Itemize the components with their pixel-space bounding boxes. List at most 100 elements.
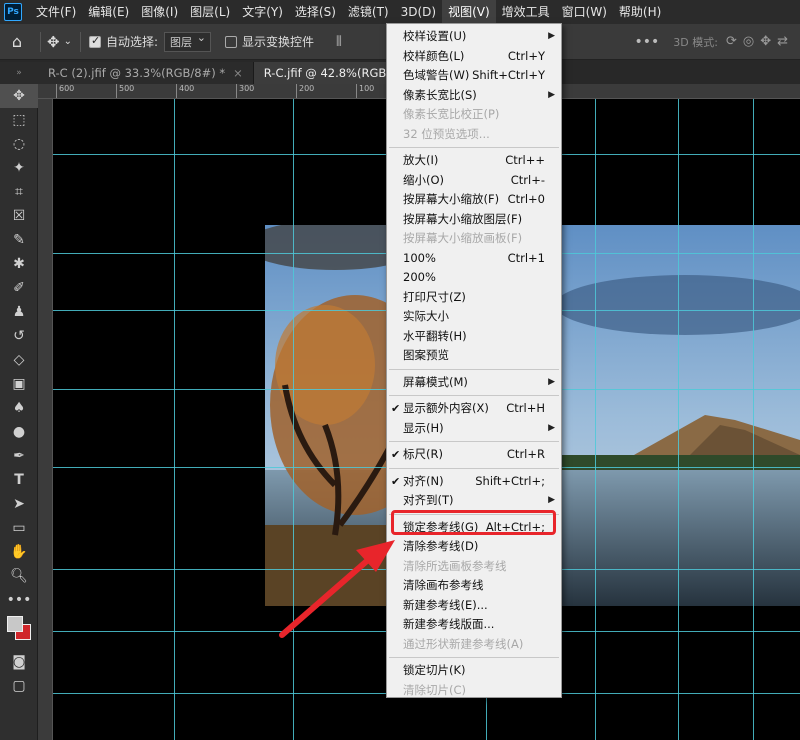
brush-tool-icon[interactable]: ✐ bbox=[0, 276, 38, 300]
view-menu-item[interactable]: 屏幕模式(M) ▶ bbox=[387, 373, 561, 393]
document-tab[interactable]: R-C (2).jfif @ 33.3%(RGB/8#) * × bbox=[38, 62, 254, 84]
guide-line[interactable] bbox=[678, 99, 679, 740]
menu-item[interactable]: 滤镜(T) bbox=[342, 0, 395, 24]
view-menu-item[interactable]: 实际大小 bbox=[387, 307, 561, 327]
view-menu-item[interactable]: 显示(H) ▶ bbox=[387, 419, 561, 439]
view-menu-item[interactable]: 清除参考线(D) bbox=[387, 537, 561, 557]
menu-item[interactable]: 文字(Y) bbox=[236, 0, 289, 24]
menu-item-shortcut: Ctrl+Y bbox=[507, 48, 545, 63]
magic-wand-icon[interactable]: ✦ bbox=[0, 156, 38, 180]
auto-select-checkbox[interactable]: 自动选择: bbox=[88, 33, 158, 50]
menu-item-shortcut: Ctrl+R bbox=[506, 447, 545, 461]
menu-item-label: 锁定切片(K) bbox=[403, 663, 466, 677]
view-menu-item[interactable]: ✔ 显示额外内容(X) Ctrl+H bbox=[387, 399, 561, 419]
chevron-down-icon[interactable]: ⌄ bbox=[64, 36, 72, 47]
ruler-tick-label: 100 bbox=[356, 84, 374, 98]
foreground-color-swatch[interactable] bbox=[7, 616, 23, 632]
menu-item[interactable]: 文件(F) bbox=[30, 0, 82, 24]
path-select-icon[interactable]: ➤ bbox=[0, 492, 38, 516]
color-swatches[interactable] bbox=[0, 612, 38, 650]
menu-separator bbox=[389, 395, 559, 396]
zoom-tool-icon[interactable]: 🔍︎ bbox=[0, 564, 38, 588]
menu-separator bbox=[389, 657, 559, 658]
menu-item[interactable]: 选择(S) bbox=[289, 0, 342, 24]
view-menu-item[interactable]: 新建参考线版面... bbox=[387, 615, 561, 635]
view-menu-item[interactable]: 100% Ctrl+1 bbox=[387, 249, 561, 269]
close-icon[interactable]: × bbox=[233, 66, 243, 80]
hand-tool-icon[interactable]: ✋ bbox=[0, 540, 38, 564]
gradient-tool-icon[interactable]: ▣ bbox=[0, 372, 38, 396]
view-menu-item[interactable]: 色域警告(W) Shift+Ctrl+Y bbox=[387, 66, 561, 86]
eyedropper-icon[interactable]: ✎ bbox=[0, 228, 38, 252]
align-left-icon[interactable]: ⫴ bbox=[336, 34, 342, 50]
view-menu-item[interactable]: 放大(I) Ctrl++ bbox=[387, 151, 561, 171]
view-menu-item: 32 位预览选项... bbox=[387, 125, 561, 145]
menu-item[interactable]: 3D(D) bbox=[395, 0, 442, 24]
3d-mode-label: 3D 模式: bbox=[673, 35, 718, 49]
move-tool-icon[interactable]: ✥ bbox=[0, 84, 38, 108]
frame-tool-icon[interactable]: ☒ bbox=[0, 204, 38, 228]
menu-item-label: 显示额外内容(X) bbox=[403, 401, 489, 415]
menu-item[interactable]: 窗口(W) bbox=[556, 0, 613, 24]
divider bbox=[79, 31, 81, 52]
quick-mask-icon[interactable]: ◙ bbox=[0, 650, 38, 674]
view-menu-item: 清除所选画板参考线 bbox=[387, 557, 561, 577]
view-menu-item[interactable]: ✔ 对齐(N) Shift+Ctrl+; bbox=[387, 472, 561, 492]
menu-item[interactable]: 增效工具 bbox=[496, 0, 556, 24]
view-menu-item[interactable]: 像素长宽比(S) ▶ bbox=[387, 86, 561, 106]
view-menu-item[interactable]: 锁定切片(K) bbox=[387, 661, 561, 681]
menu-item-label: 校样设置(U) bbox=[403, 29, 467, 43]
guide-line[interactable] bbox=[174, 99, 175, 740]
panel-collapse-icon[interactable]: » bbox=[0, 62, 38, 84]
menu-item-label: 按屏幕大小缩放(F) bbox=[403, 192, 500, 206]
view-menu-item[interactable]: 校样颜色(L) Ctrl+Y bbox=[387, 47, 561, 67]
eraser-tool-icon[interactable]: ◇ bbox=[0, 348, 38, 372]
view-menu-item[interactable]: ✔ 标尺(R) Ctrl+R bbox=[387, 445, 561, 465]
view-menu-item[interactable]: 200% bbox=[387, 268, 561, 288]
view-menu-item[interactable]: 图案预览 bbox=[387, 346, 561, 366]
move-tool-icon[interactable]: ✥ bbox=[47, 33, 60, 51]
3d-mode-icons[interactable]: ⟳◎✥⇄ bbox=[726, 34, 794, 49]
pen-tool-icon[interactable]: ✒ bbox=[0, 444, 38, 468]
submenu-arrow-icon: ▶ bbox=[548, 89, 555, 100]
view-menu-item[interactable]: 水平翻转(H) bbox=[387, 327, 561, 347]
view-menu-item[interactable]: 按屏幕大小缩放(F) Ctrl+0 bbox=[387, 190, 561, 210]
guide-line[interactable] bbox=[595, 99, 596, 740]
menu-item[interactable]: 编辑(E) bbox=[82, 0, 135, 24]
crop-tool-icon[interactable]: ⌗ bbox=[0, 180, 38, 204]
view-menu-item[interactable]: 新建参考线(E)... bbox=[387, 596, 561, 616]
menu-item[interactable]: 图像(I) bbox=[135, 0, 184, 24]
view-menu-item[interactable]: 缩小(O) Ctrl+- bbox=[387, 171, 561, 191]
menu-item-label: 32 位预览选项... bbox=[403, 126, 490, 141]
type-tool-icon[interactable]: T bbox=[0, 468, 38, 492]
home-icon[interactable]: ⌂ bbox=[0, 32, 34, 51]
lasso-tool-icon[interactable]: ◌ bbox=[0, 132, 38, 156]
marquee-tool-icon[interactable]: ⬚ bbox=[0, 108, 38, 132]
history-brush-icon[interactable]: ↺ bbox=[0, 324, 38, 348]
menu-item[interactable]: 图层(L) bbox=[184, 0, 236, 24]
more-tools-icon[interactable]: ••• bbox=[0, 588, 38, 612]
view-menu-item[interactable]: 打印尺寸(Z) bbox=[387, 288, 561, 308]
view-menu-item[interactable]: 按屏幕大小缩放图层(F) bbox=[387, 210, 561, 230]
menu-item[interactable]: 视图(V) bbox=[442, 0, 496, 24]
stamp-tool-icon[interactable]: ♟ bbox=[0, 300, 38, 324]
menu-item-label: 打印尺寸(Z) bbox=[403, 289, 466, 304]
blur-tool-icon[interactable]: ♠ bbox=[0, 396, 38, 420]
view-menu-item[interactable]: 清除画布参考线 bbox=[387, 576, 561, 596]
auto-select-dropdown[interactable]: 图层 bbox=[164, 31, 212, 52]
menu-item-label: 显示(H) bbox=[403, 420, 444, 435]
menu-item-label: 清除画布参考线 bbox=[403, 578, 484, 592]
view-menu-item[interactable]: 校样设置(U) ▶ bbox=[387, 27, 561, 47]
guide-line[interactable] bbox=[753, 99, 754, 740]
rectangle-tool-icon[interactable]: ▭ bbox=[0, 516, 38, 540]
show-transform-checkbox[interactable]: 显示变换控件 bbox=[225, 33, 314, 50]
view-menu-item[interactable]: 对齐到(T) ▶ bbox=[387, 491, 561, 511]
healing-brush-icon[interactable]: ✱ bbox=[0, 252, 38, 276]
menu-item-label: 200% bbox=[403, 270, 436, 284]
menu-separator bbox=[389, 467, 559, 469]
dodge-tool-icon[interactable]: ● bbox=[0, 420, 38, 444]
more-options-icon[interactable]: ••• bbox=[635, 34, 660, 50]
screen-mode-icon[interactable]: ▢ bbox=[0, 674, 38, 698]
menu-item[interactable]: 帮助(H) bbox=[613, 0, 667, 24]
red-arrow-annotation bbox=[279, 540, 395, 638]
